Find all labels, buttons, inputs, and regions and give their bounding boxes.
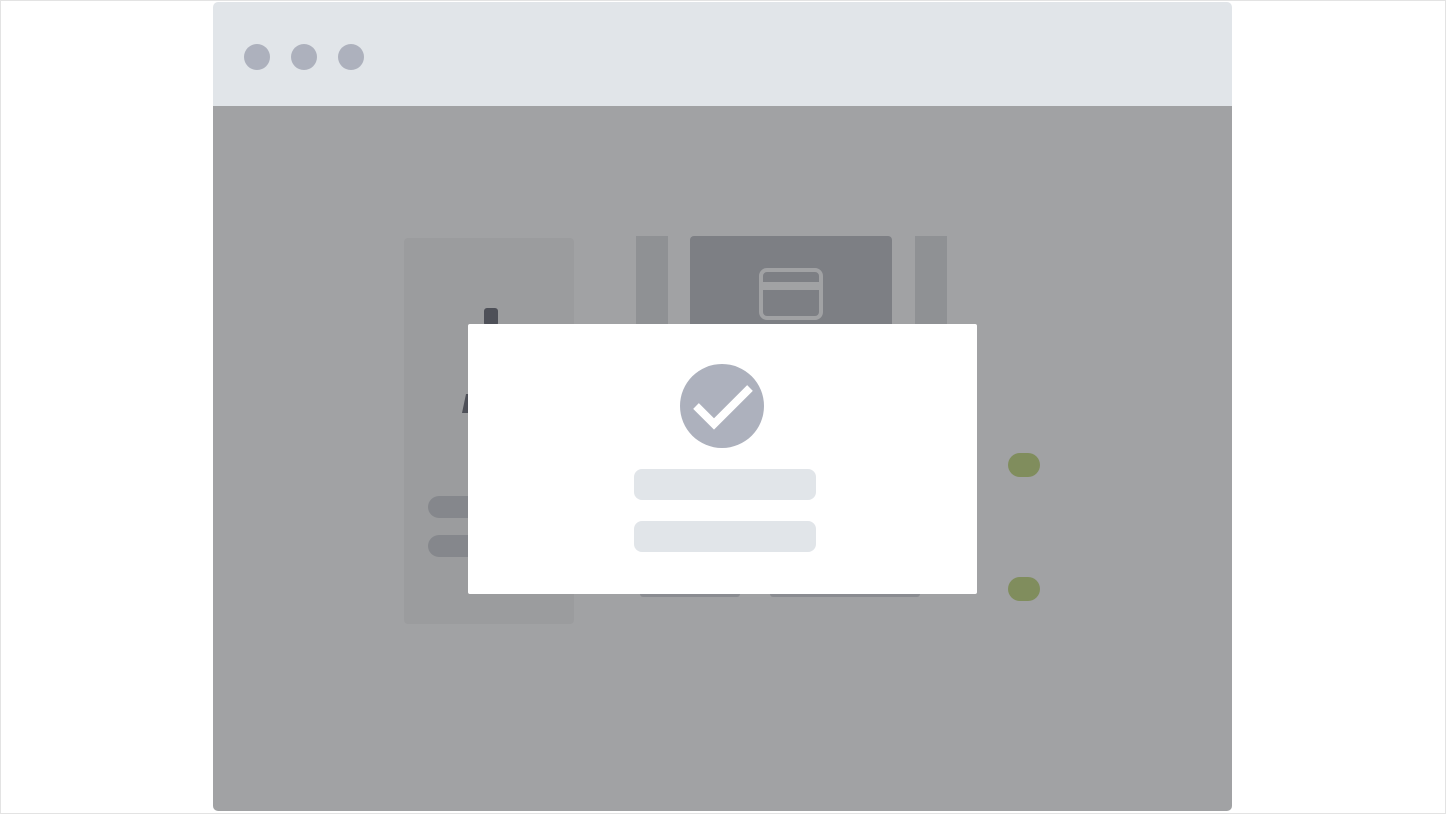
window-maximize-button[interactable] bbox=[338, 44, 364, 70]
modal-text-line bbox=[634, 521, 816, 552]
window-close-button[interactable] bbox=[244, 44, 270, 70]
check-circle-icon bbox=[680, 364, 764, 448]
window-titlebar bbox=[213, 2, 1232, 106]
success-modal bbox=[468, 324, 977, 594]
modal-text-line bbox=[634, 469, 816, 500]
window-minimize-button[interactable] bbox=[291, 44, 317, 70]
